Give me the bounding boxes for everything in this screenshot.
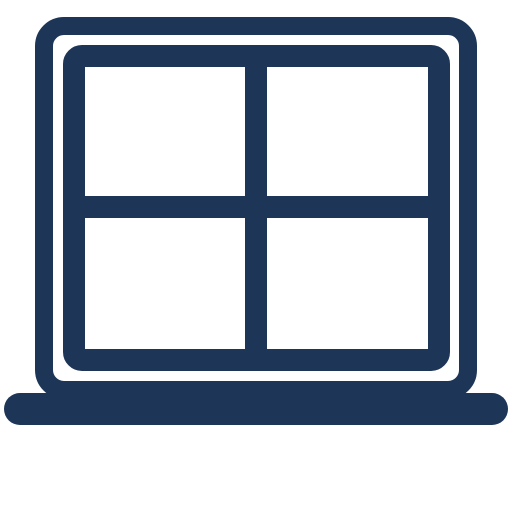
icon-canvas <box>0 0 512 512</box>
laptop-base <box>4 393 508 425</box>
window-mullion-horizontal <box>74 196 439 218</box>
laptop-window-icon <box>4 17 508 425</box>
